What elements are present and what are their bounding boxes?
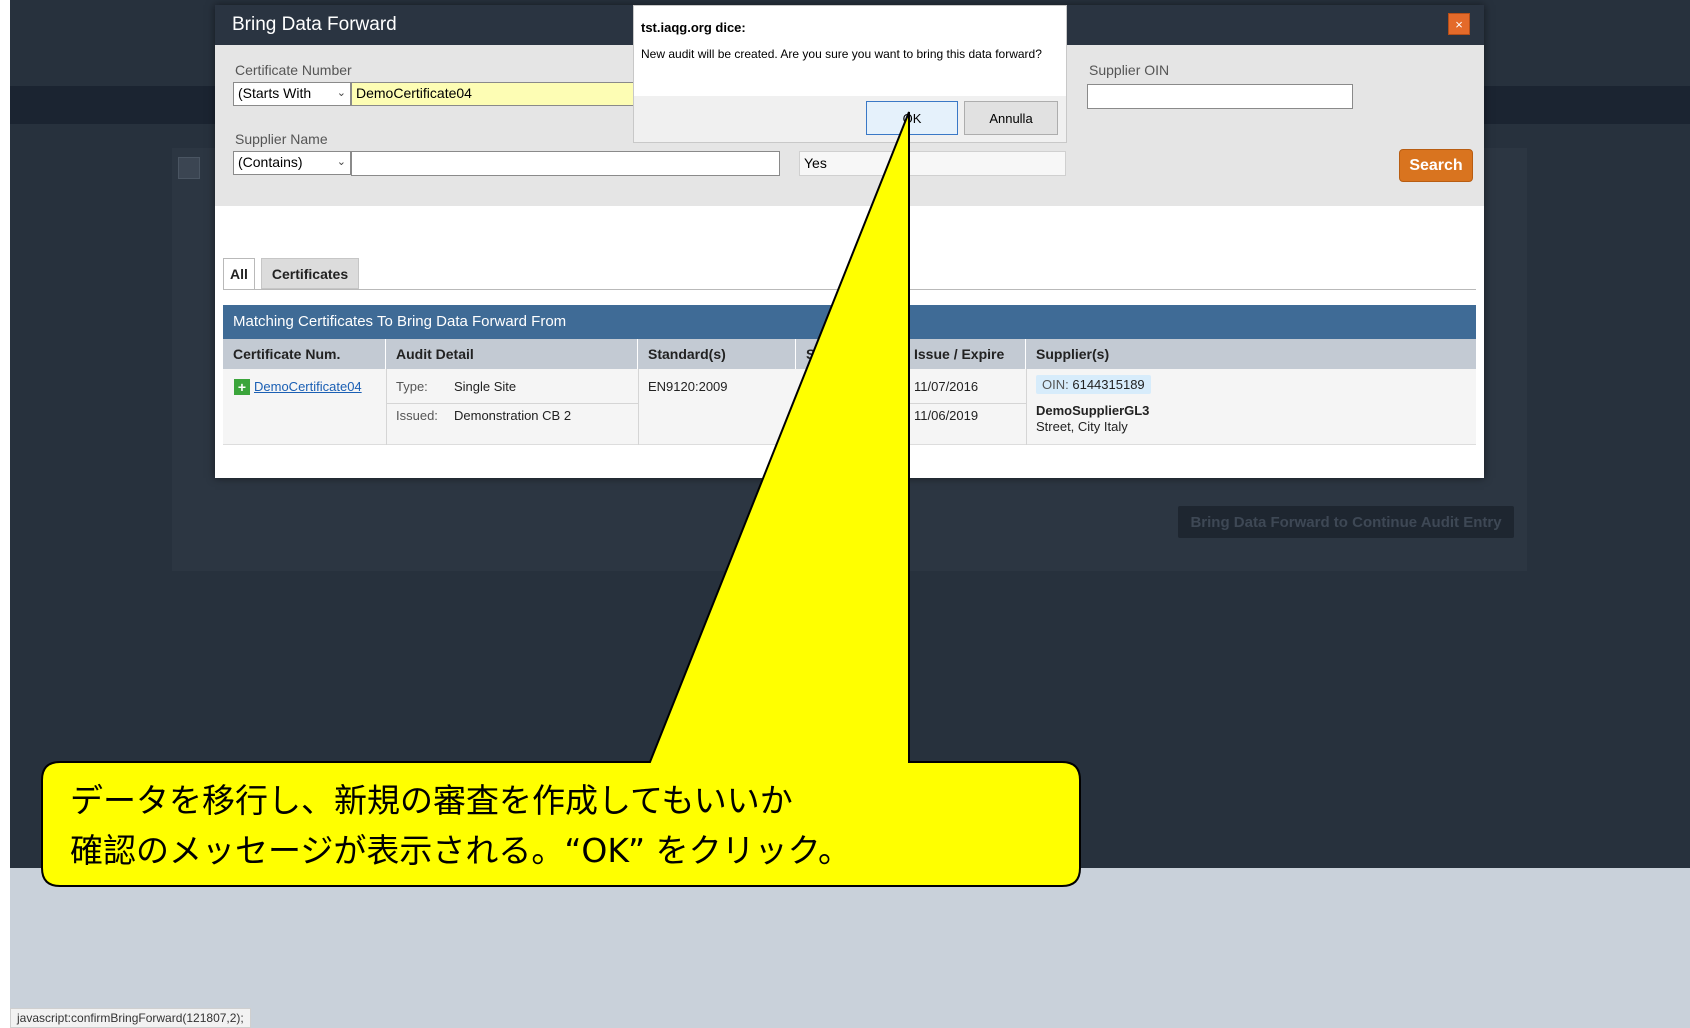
oin-value: 6144315189	[1072, 377, 1145, 392]
supplier-address: Street, City Italy	[1036, 419, 1128, 434]
oin-label: OIN:	[1042, 377, 1069, 392]
expire-date: 11/06/2019	[914, 408, 979, 423]
column-standards: Standard(s)	[638, 339, 796, 369]
table-column-headers: Certificate Num. Audit Detail Standard(s…	[223, 339, 1476, 369]
extra-filter-field[interactable]: Yes	[799, 151, 1066, 176]
supplier-oin-input[interactable]	[1087, 84, 1353, 109]
cell-divider	[386, 369, 387, 445]
table-row: + DemoCertificate04 Type: Single Site Is…	[223, 369, 1476, 445]
type-value: Single Site	[454, 379, 517, 394]
supplier-name-mode-value: (Contains)	[238, 154, 303, 170]
issued-label: Issued:	[396, 408, 438, 423]
confirm-dialog: tst.iaqg.org dice: New audit will be cre…	[633, 5, 1067, 143]
column-suppliers: Supplier(s)	[1036, 346, 1110, 362]
tab-certificates[interactable]: Certificates	[261, 258, 359, 289]
cell-divider	[638, 369, 639, 445]
ok-button[interactable]: OK	[866, 101, 958, 135]
matching-certificates-header: Matching Certificates To Bring Data Forw…	[223, 305, 1476, 339]
status-bar-url: javascript:confirmBringForward(121807,2)…	[10, 1008, 251, 1028]
background-checkbox[interactable]	[178, 157, 200, 179]
supplier-name: DemoSupplierGL3	[1036, 403, 1150, 418]
issued-value: Demonstration CB 2	[454, 408, 572, 423]
certificate-link[interactable]: DemoCertificate04	[254, 379, 362, 394]
confirm-title: tst.iaqg.org dice:	[641, 20, 746, 35]
search-button[interactable]: Search	[1399, 149, 1473, 182]
column-issue-expire: Issue / Expire	[904, 339, 1026, 369]
issue-date: 11/07/2016	[914, 379, 979, 394]
modal-title: Bring Data Forward	[232, 14, 397, 35]
supplier-oin-label: Supplier OIN	[1089, 62, 1170, 78]
supplier-name-input[interactable]	[351, 151, 780, 176]
window-left-edge	[0, 0, 10, 1028]
column-audit-detail: Audit Detail	[386, 339, 638, 369]
certificate-number-label: Certificate Number	[235, 62, 352, 78]
certificate-number-input[interactable]: DemoCertificate04	[351, 82, 636, 106]
standard-value: EN9120:2009	[648, 379, 728, 394]
close-icon[interactable]: ×	[1448, 13, 1470, 35]
callout-text: データを移行し、新規の審査を作成してもいいか 確認のメッセージが表示される。“O…	[70, 776, 1060, 876]
supplier-name-label: Supplier Name	[235, 131, 328, 147]
oin-badge: OIN: 6144315189	[1036, 375, 1151, 394]
supplier-name-mode-select[interactable]: (Contains) ⌄	[233, 151, 351, 175]
column-s: S	[796, 339, 904, 369]
cancel-button[interactable]: Annulla	[964, 101, 1058, 135]
certificate-number-mode-value: (Starts With	[238, 85, 312, 101]
tab-all[interactable]: All	[223, 258, 255, 289]
confirm-message: New audit will be created. Are you sure …	[641, 47, 1042, 61]
type-label: Type:	[396, 379, 428, 394]
chevron-down-icon: ⌄	[336, 87, 346, 99]
cell-divider	[1026, 369, 1027, 445]
callout-line-1: データを移行し、新規の審査を作成してもいいか	[70, 781, 793, 820]
chevron-down-icon: ⌄	[336, 156, 346, 168]
column-certificate-num: Certificate Num.	[223, 339, 386, 369]
bring-data-forward-continue-button[interactable]: Bring Data Forward to Continue Audit Ent…	[1178, 506, 1514, 538]
cell-divider	[904, 403, 1026, 404]
plus-icon[interactable]: +	[234, 379, 250, 395]
tab-divider	[223, 289, 1476, 290]
cell-divider	[386, 403, 638, 404]
callout-line-2: 確認のメッセージが表示される。“OK” をクリック。	[70, 831, 851, 870]
certificate-number-mode-select[interactable]: (Starts With ⌄	[233, 82, 351, 106]
